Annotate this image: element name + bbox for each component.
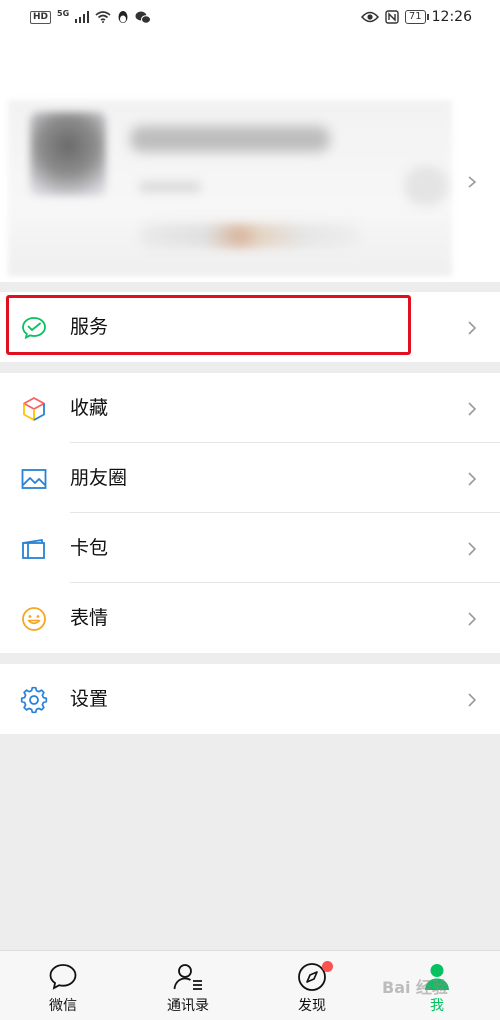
profile-card[interactable] [0, 34, 500, 282]
chat-bubble-icon [49, 964, 77, 990]
tab-label: 发现 [298, 998, 326, 1014]
menu-item-moments[interactable]: 朋友圈 [0, 443, 500, 513]
profile-name-blurred [130, 126, 330, 152]
menu-item-settings[interactable]: 设置 [0, 664, 500, 734]
menu-item-favorites[interactable]: 收藏 [0, 373, 500, 443]
status-left: HD 5G [30, 8, 152, 24]
wechat-pay-icon [22, 317, 46, 340]
signal-icon [75, 11, 90, 23]
clock: 12:26 [431, 9, 472, 25]
menu-item-label: 朋友圈 [70, 467, 128, 489]
tab-discover[interactable]: 发现 [262, 951, 362, 1020]
contacts-icon [173, 964, 202, 990]
card-wallet-icon [22, 539, 45, 559]
menu-item-label: 服务 [70, 316, 109, 338]
chevron-right-icon [468, 693, 477, 707]
chevron-right-icon [468, 321, 477, 335]
tab-contacts[interactable]: 通讯录 [138, 951, 238, 1020]
watermark: Bai 经验 [382, 978, 449, 997]
qr-code-icon[interactable] [404, 166, 448, 206]
tab-label: 我 [430, 998, 444, 1014]
tab-label: 通讯录 [167, 998, 209, 1014]
profile-id-blurred [140, 182, 200, 192]
status-bar: HD 5G 71 12:26 [0, 0, 500, 34]
menu-item-label: 卡包 [70, 537, 109, 559]
wechat-notification-icon [135, 11, 152, 24]
tab-chats[interactable]: 微信 [13, 951, 113, 1020]
menu-item-service[interactable]: 服务 [0, 292, 500, 362]
chevron-right-icon [468, 472, 477, 486]
hd-indicator: HD [30, 10, 52, 24]
service-group: 服务 [0, 292, 500, 362]
tab-label: 微信 [49, 998, 77, 1014]
battery-indicator: 71 [404, 10, 429, 24]
network-type: 5G [57, 8, 70, 18]
menu-item-label: 收藏 [70, 397, 109, 419]
chevron-right-icon [468, 612, 477, 626]
settings-group: 设置 [0, 664, 500, 734]
avatar[interactable] [30, 112, 106, 196]
eye-comfort-icon [360, 11, 379, 23]
moments-image-icon [21, 469, 47, 489]
menu-item-card-wallet[interactable]: 卡包 [0, 513, 500, 583]
menu-item-stickers[interactable]: 表情 [0, 583, 500, 653]
smiley-icon [22, 607, 46, 631]
chevron-right-icon [468, 402, 477, 416]
favorites-cube-icon [23, 397, 45, 421]
gear-icon [20, 686, 48, 714]
chevron-right-icon [468, 542, 477, 556]
wifi-icon [95, 11, 111, 23]
profile-status-blurred[interactable] [140, 224, 360, 248]
nfc-icon [385, 10, 399, 24]
status-right: 71 12:26 [360, 9, 472, 25]
menu-item-label: 设置 [70, 688, 109, 710]
qq-penguin-icon [118, 11, 128, 23]
chevron-right-icon [468, 176, 477, 188]
menu-item-label: 表情 [70, 607, 109, 629]
unread-badge [322, 961, 333, 972]
features-group: 收藏 朋友圈 卡包 表情 [0, 373, 500, 653]
